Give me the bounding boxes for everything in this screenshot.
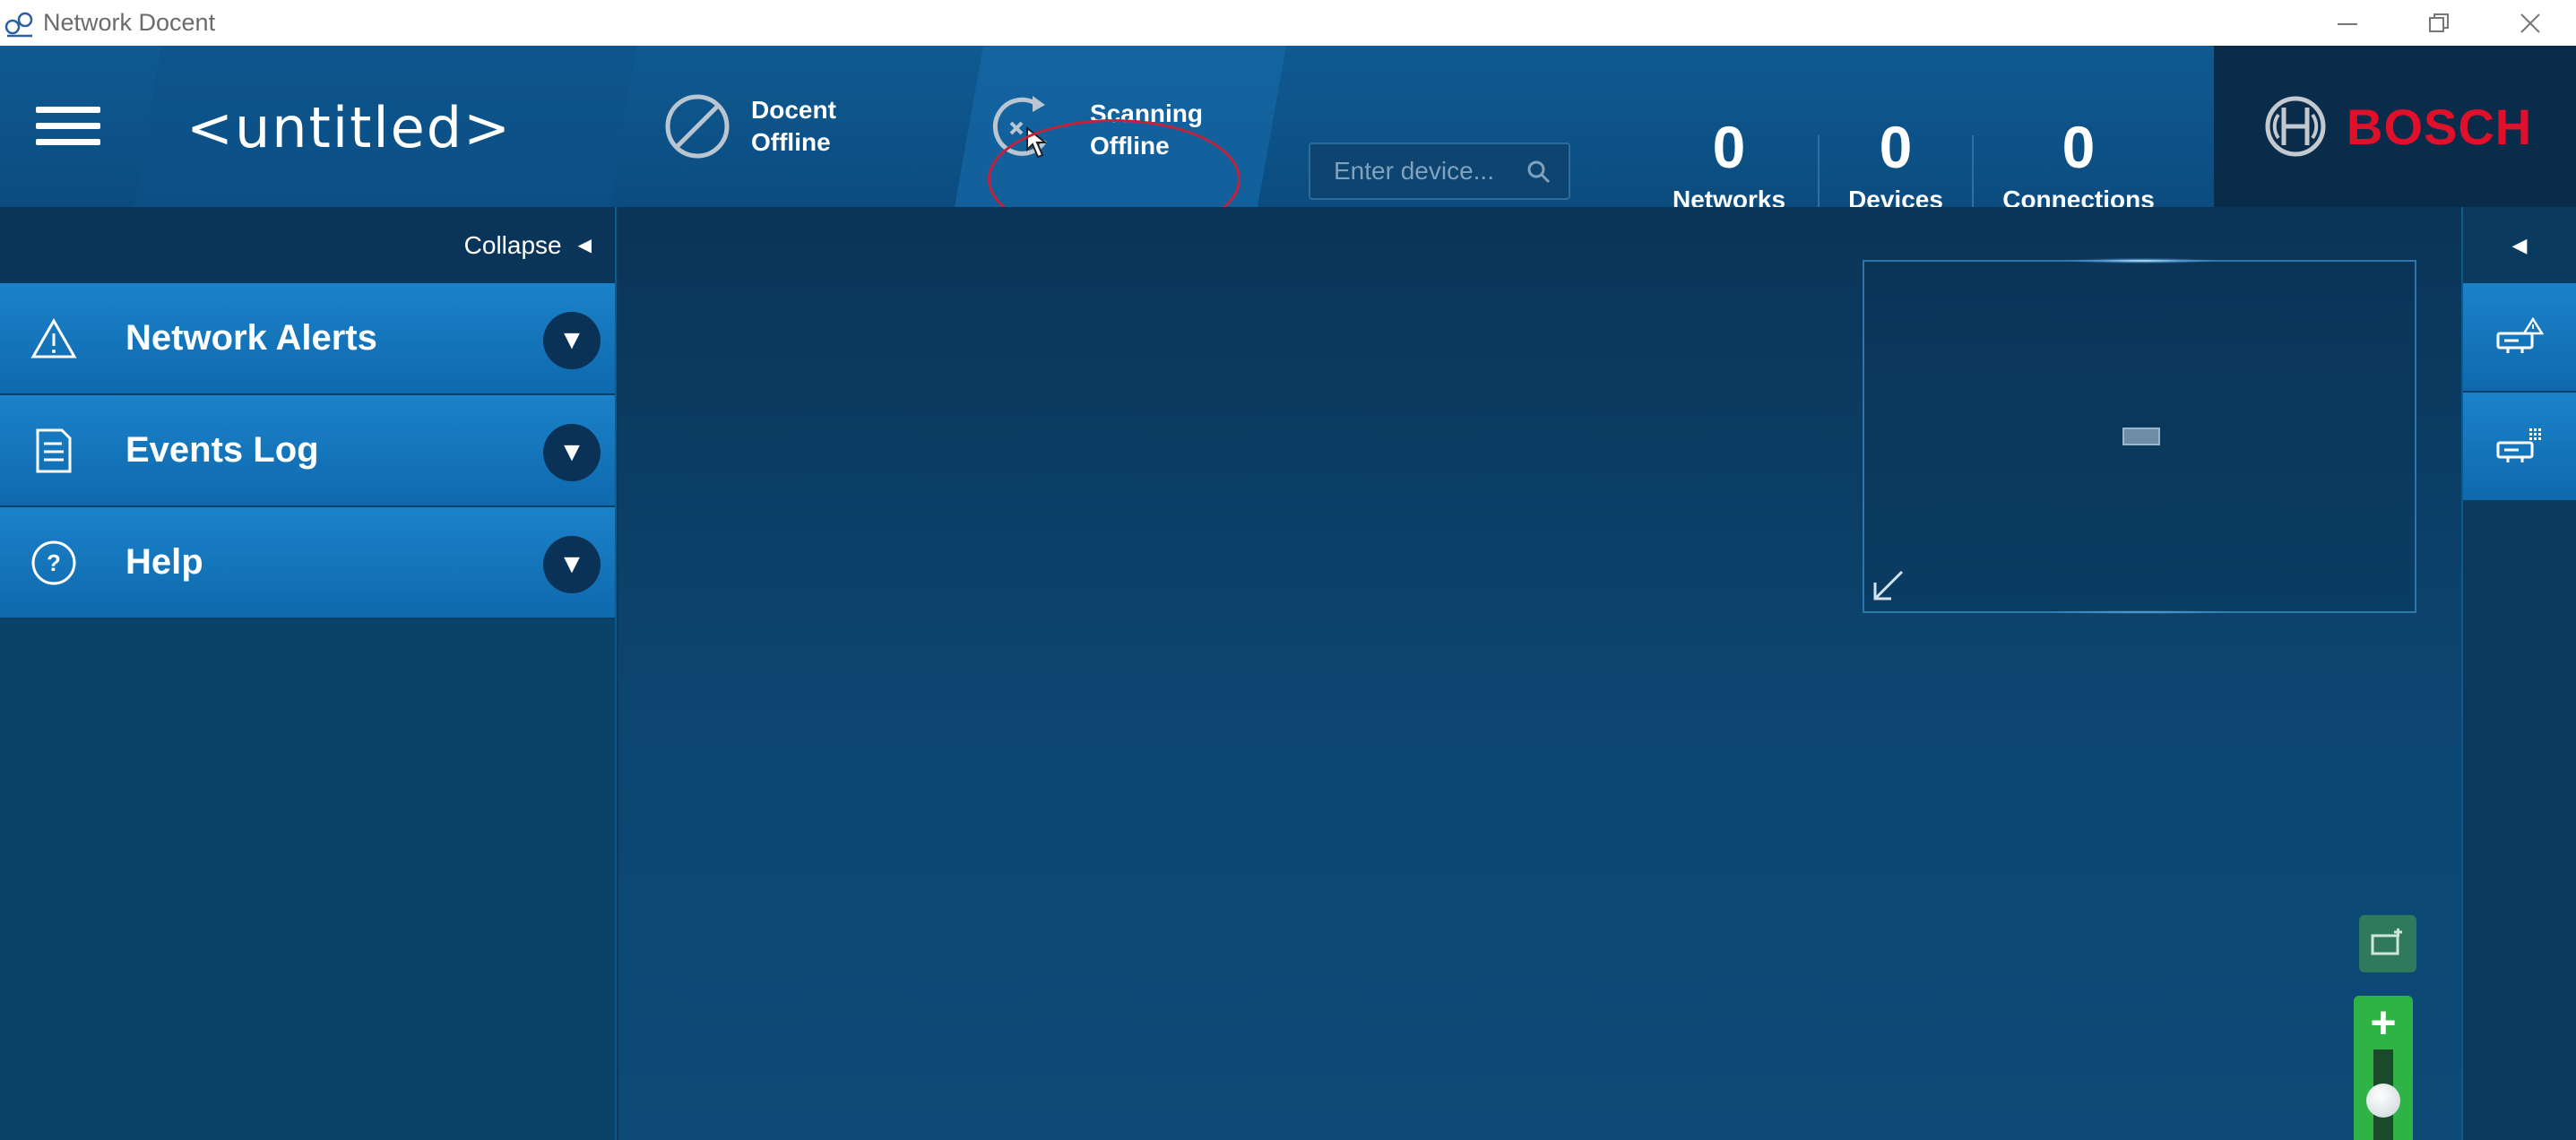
help-circle-icon: ? xyxy=(29,538,79,588)
minimize-button[interactable] xyxy=(2302,0,2393,46)
chevron-down-icon[interactable]: ▼ xyxy=(543,424,601,481)
stat-devices-value: 0 xyxy=(1879,114,1913,180)
zoom-handle[interactable] xyxy=(2366,1084,2400,1118)
docent-status-line1: Docent xyxy=(751,96,836,124)
stat-networks-value: 0 xyxy=(1712,114,1746,180)
stat-connections[interactable]: 0 Connections xyxy=(1993,117,2164,214)
window-titlebar: Network Docent xyxy=(0,0,2576,46)
minimap-viewport[interactable] xyxy=(2122,428,2160,445)
triangle-left-icon: ◀ xyxy=(577,236,592,255)
triangle-left-icon[interactable]: ◀ xyxy=(2463,207,2576,283)
stat-networks[interactable]: 0 Networks xyxy=(1664,117,1794,214)
docent-status[interactable]: Docent Offline xyxy=(663,92,836,160)
fit-view-icon xyxy=(2371,928,2402,955)
zoom-in-icon[interactable]: + xyxy=(2354,996,2413,1049)
chevron-down-icon[interactable]: ▼ xyxy=(543,312,601,369)
zoom-slider[interactable]: + xyxy=(2354,996,2413,1140)
network-docent-app-icon xyxy=(4,12,33,37)
close-icon xyxy=(2520,13,2540,33)
accordion-help[interactable]: ? Help ▼ xyxy=(0,507,615,619)
device-search[interactable] xyxy=(1309,142,1570,200)
chevron-down-icon[interactable]: ▼ xyxy=(543,536,601,593)
accordion-label: Help xyxy=(125,542,203,582)
fit-view-button[interactable] xyxy=(2359,915,2416,972)
network-canvas[interactable]: + xyxy=(618,207,2461,1140)
stat-connections-value: 0 xyxy=(2062,114,2096,180)
device-grid-button[interactable] xyxy=(2463,393,2576,502)
brand-name: BOSCH xyxy=(2347,98,2533,155)
minimap-glow xyxy=(2070,258,2214,263)
stat-devices[interactable]: 0 Devices xyxy=(1837,117,1954,214)
docent-status-line2: Offline xyxy=(751,128,831,156)
svg-text:?: ? xyxy=(47,549,61,576)
window-title: Network Docent xyxy=(43,9,216,36)
resize-arrow-icon[interactable] xyxy=(1870,568,1906,604)
accordion-label: Events Log xyxy=(125,430,319,470)
window-controls xyxy=(2302,0,2576,46)
stat-divider xyxy=(1972,135,1974,216)
document-title[interactable]: <untitled> xyxy=(186,95,512,160)
device-grid-icon xyxy=(2496,428,2541,462)
collapse-label: Collapse xyxy=(463,230,562,259)
warning-triangle-icon xyxy=(29,314,79,364)
app-header: <untitled> Docent Offline Scanning Offli… xyxy=(0,46,2576,239)
device-alert-icon xyxy=(2496,317,2544,353)
disabled-circle-icon xyxy=(665,94,730,159)
minimap[interactable] xyxy=(1863,258,2416,614)
minimap-glow xyxy=(2044,610,2241,614)
accordion-events-log[interactable]: Events Log ▼ xyxy=(0,395,615,507)
minimize-icon xyxy=(2338,22,2357,25)
collapse-button[interactable]: Collapse ◀ xyxy=(0,207,615,283)
right-rail: ◀ xyxy=(2461,207,2576,1140)
restore-button[interactable] xyxy=(2393,0,2485,46)
close-button[interactable] xyxy=(2485,0,2576,46)
hamburger-icon[interactable] xyxy=(36,107,100,148)
device-alert-button[interactable] xyxy=(2463,283,2576,393)
restore-icon xyxy=(2429,13,2449,32)
bosch-armature-icon xyxy=(2265,96,2326,157)
brand-logo: BOSCH xyxy=(2214,46,2576,207)
search-icon[interactable] xyxy=(1526,159,1552,186)
device-search-input[interactable] xyxy=(1334,157,1513,186)
accordion-network-alerts[interactable]: Network Alerts ▼ xyxy=(0,283,615,395)
stat-divider xyxy=(1818,135,1820,216)
left-panel: Collapse ◀ Network Alerts ▼ Events Log ▼… xyxy=(0,207,617,1140)
document-icon xyxy=(29,426,79,476)
accordion-label: Network Alerts xyxy=(125,318,377,358)
